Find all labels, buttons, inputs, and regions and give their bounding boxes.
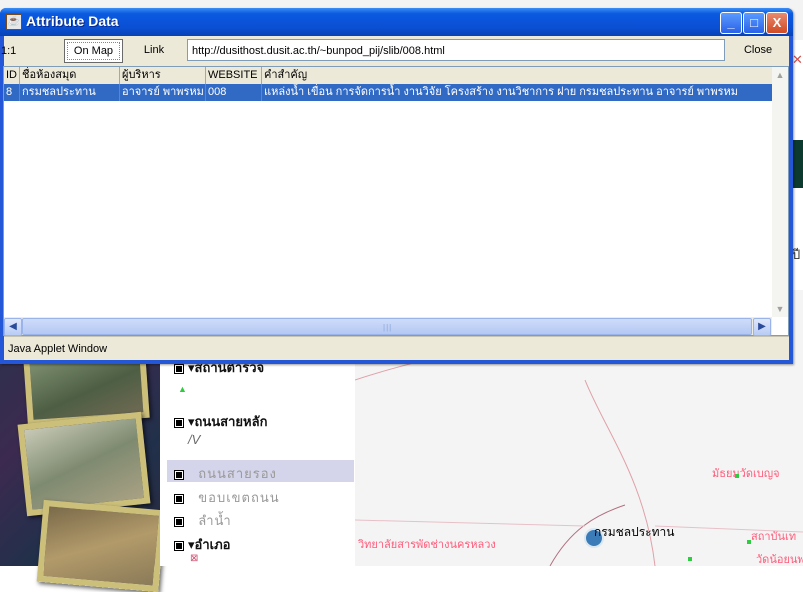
column-header-website[interactable]: WEBSITE <box>206 67 262 84</box>
legend-item[interactable]: ขอบเขตถนน <box>174 487 280 508</box>
horizontal-scroll-thumb[interactable]: ||| <box>22 318 752 335</box>
column-header-keywords[interactable]: คำสำคัญ <box>262 67 772 84</box>
title-bar[interactable]: ☕ Attribute Data _ □ X <box>0 8 793 36</box>
map-label-temple: มัธยมวัดเบญจ <box>712 467 780 480</box>
map-label-irrigation: กรมชลประทาน <box>594 525 675 539</box>
window-title: Attribute Data <box>26 13 119 29</box>
minimize-button[interactable]: _ <box>720 12 742 34</box>
grip-icon: ||| <box>383 323 393 332</box>
link-button[interactable]: Link <box>124 39 184 61</box>
legend-checkbox[interactable] <box>174 417 184 428</box>
road-symbol-icon: /V <box>188 432 201 447</box>
legend-checkbox[interactable] <box>174 363 184 374</box>
column-header-id[interactable]: ID <box>4 67 20 84</box>
scroll-right-icon[interactable]: ▶ <box>753 318 771 336</box>
legend-item[interactable]: ▾อำเภอ <box>174 534 230 555</box>
window-client: 1:1 On Map Link http://dusithost.dusit.a… <box>1 36 789 360</box>
java-cup-icon: ☕ <box>6 14 22 30</box>
close-window-button[interactable]: X <box>766 12 788 34</box>
column-header-library[interactable]: ชื่อห้องสมุด <box>20 67 120 84</box>
table-row[interactable]: 8 กรมชลประทาน อาจารย์ พาพรหม 008 แหล่งน้… <box>4 84 772 101</box>
map-label-temple2: วัดน้อยนพ <box>756 553 803 566</box>
library-photo <box>36 499 166 592</box>
map-label-airport: สถาบันเท <box>751 530 797 543</box>
scroll-left-icon[interactable]: ◀ <box>4 318 22 336</box>
cell-website: 008 <box>206 84 262 101</box>
cell-id: 8 <box>4 84 20 101</box>
column-header-admin[interactable]: ผู้บริหาร <box>120 67 206 84</box>
library-photo <box>17 411 151 517</box>
district-symbol-icon: ⊠ <box>190 553 199 564</box>
legend-checkbox[interactable] <box>174 540 184 551</box>
legend-checkbox[interactable] <box>174 516 184 527</box>
scroll-down-icon[interactable]: ▼ <box>772 301 788 317</box>
close-button[interactable]: Close <box>728 39 788 61</box>
maximize-button[interactable]: □ <box>743 12 765 34</box>
vertical-scrollbar[interactable]: ▲ ▼ <box>772 67 788 317</box>
legend-checkbox[interactable] <box>174 469 184 480</box>
status-bar: Java Applet Window <box>4 336 789 360</box>
legend-checkbox[interactable] <box>174 493 184 504</box>
legend-item[interactable]: ลำน้ำ <box>174 510 232 531</box>
background-edge-text: ปี <box>792 247 801 262</box>
attribute-table[interactable]: ID ชื่อห้องสมุด ผู้บริหาร WEBSITE คำสำคั… <box>3 66 789 336</box>
police-symbol-icon: ▲ <box>178 384 187 394</box>
toolbar: 1:1 On Map Link http://dusithost.dusit.a… <box>1 36 789 66</box>
attribute-data-window: ☕ Attribute Data _ □ X 1:1 On Map Link h… <box>0 8 793 364</box>
scroll-up-icon[interactable]: ▲ <box>772 67 788 83</box>
map-label-college: วิทยาลัยสารพัดช่างนครหลวง <box>358 538 496 551</box>
legend-item[interactable]: ถนนสายรอง <box>174 463 277 484</box>
url-field[interactable]: http://dusithost.dusit.ac.th/~bunpod_pij… <box>187 39 725 61</box>
map-point-icon <box>688 557 692 561</box>
legend-item[interactable]: ▾ถนนสายหลัก <box>174 411 267 432</box>
on-map-button[interactable]: On Map <box>64 39 123 63</box>
map-point-icon <box>735 474 739 478</box>
cell-admin: อาจารย์ พาพรหม <box>120 84 206 101</box>
cell-keywords: แหล่งน้ำ เขื่อน การจัดการน้ำ งานวิจัย โค… <box>264 86 739 98</box>
map-point-icon <box>747 540 751 544</box>
table-header: ID ชื่อห้องสมุด ผู้บริหาร WEBSITE คำสำคั… <box>4 67 772 85</box>
scale-label: 1:1 <box>1 45 17 57</box>
cell-library: กรมชลประทาน <box>20 84 120 101</box>
background-close-icon: ✕ <box>792 52 803 67</box>
horizontal-scrollbar[interactable]: ◀ ||| ▶ <box>4 317 772 336</box>
